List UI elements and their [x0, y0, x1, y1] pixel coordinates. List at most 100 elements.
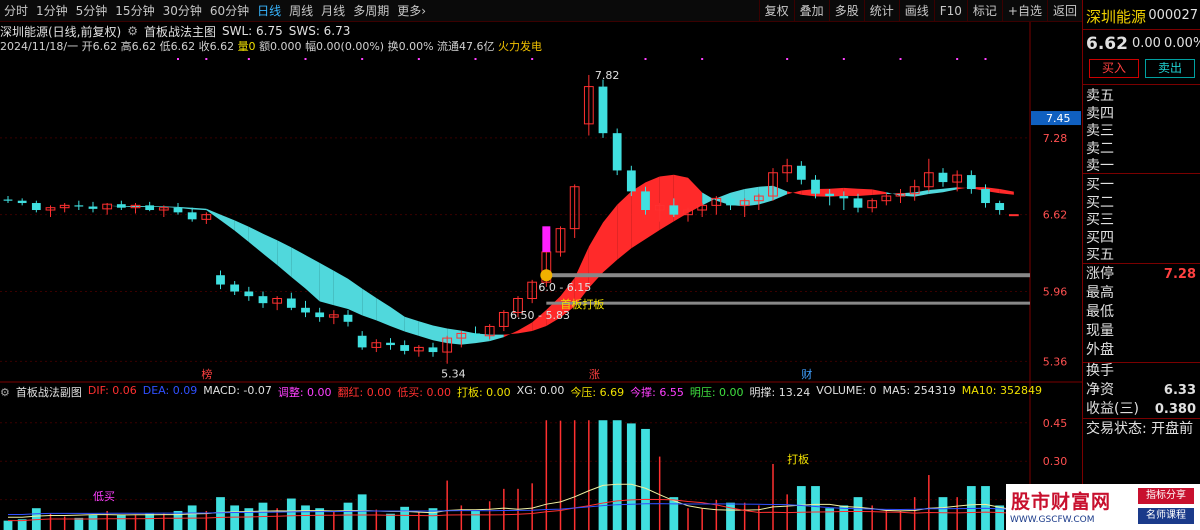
stat-value: 0.380 [1154, 402, 1196, 417]
stat-value: 7.28 [1163, 267, 1196, 282]
stat-label: 现量 [1086, 323, 1114, 339]
candle-body[interactable] [258, 296, 268, 304]
event-marker[interactable]: 榜 [201, 367, 212, 381]
sub-legend-item: 打板: 0.00 [456, 386, 511, 399]
swl-value: SWL: 6.75 [221, 24, 283, 38]
candle-body[interactable] [343, 314, 353, 322]
toolbar-action[interactable]: 返回 [1046, 0, 1082, 22]
period-tab[interactable]: 多周期 [349, 0, 393, 22]
period-tab[interactable]: 60分钟 [206, 0, 253, 22]
ma-ribbon-segment [702, 192, 717, 206]
period-tab[interactable]: 月线 [317, 0, 349, 22]
candle-body[interactable] [216, 275, 225, 285]
candle-body[interactable] [612, 133, 622, 171]
candle-body[interactable] [173, 207, 183, 213]
candle-body[interactable] [357, 335, 367, 348]
period-tab[interactable]: 5分钟 [72, 0, 112, 22]
stat-label: 净资 [1086, 382, 1114, 398]
ma-ribbon-segment [348, 278, 363, 316]
candle-body[interactable] [301, 307, 310, 313]
signal-dot [701, 58, 704, 60]
ma-ribbon-segment [872, 189, 887, 196]
gear-icon[interactable]: ⚙ [0, 386, 10, 399]
quote-panel: 深圳能源 000027 6.62 0.00 0.00% 买入 卖出 卖五卖四卖三… [1082, 0, 1200, 530]
toolbar-action[interactable]: 叠加 [793, 0, 829, 22]
volume-bar [938, 497, 948, 530]
kline-chart[interactable]: 7.286.625.965.367.457.825.346.0 - 6.156.… [0, 22, 1082, 530]
candle-body[interactable] [400, 345, 410, 351]
candle-body[interactable] [471, 333, 480, 336]
candle-body[interactable] [286, 298, 296, 308]
candle-body[interactable] [230, 284, 240, 292]
ma-ribbon-segment [617, 191, 632, 260]
ma-ribbon-segment [659, 174, 674, 230]
volume-bar [853, 497, 863, 530]
candle-body[interactable] [669, 205, 679, 215]
toolbar-action[interactable]: 统计 [863, 0, 899, 22]
candle-body[interactable] [966, 175, 976, 190]
period-tab[interactable]: 周线 [285, 0, 317, 22]
signal-dot [474, 58, 477, 60]
period-tab[interactable]: 日线 [253, 0, 285, 22]
chart-area[interactable]: 7.28 6.62 5.96 5.36 7.45 7.82 5.34 6.0 - 6.15 6.… [0, 22, 1082, 530]
candle-body[interactable] [853, 198, 863, 208]
toolbar-action[interactable]: 复权 [758, 0, 794, 22]
buy-button[interactable]: 买入 [1089, 59, 1139, 78]
signal-icon[interactable] [540, 269, 553, 282]
sector-text[interactable]: 火力发电 [498, 40, 542, 53]
period-tab[interactable]: 1分钟 [32, 0, 72, 22]
candle-body[interactable] [145, 205, 155, 211]
candle-body[interactable] [428, 347, 438, 353]
candle-body[interactable] [825, 193, 835, 197]
signal-dot [205, 58, 208, 60]
board-label: 打板 [787, 452, 809, 466]
last-price: 6.62 [1086, 34, 1128, 54]
indicator-name[interactable]: 首板战法主图 [144, 23, 216, 40]
toolbar-action[interactable]: 画线 [898, 0, 934, 22]
candle-body[interactable] [938, 172, 948, 183]
candle-body[interactable] [641, 191, 650, 211]
candle-body[interactable] [626, 170, 636, 192]
candle-body[interactable] [3, 199, 13, 201]
candle-body[interactable] [17, 200, 27, 204]
toolbar-action[interactable]: +自选 [1001, 0, 1047, 22]
candle-body[interactable] [315, 312, 325, 318]
candle-body[interactable] [981, 189, 990, 204]
candle-body[interactable] [244, 291, 254, 297]
period-tab[interactable]: 更多› [393, 0, 430, 22]
sell-button[interactable]: 卖出 [1145, 59, 1195, 78]
gear-icon[interactable]: ⚙ [127, 24, 138, 38]
period-tab[interactable]: 15分钟 [111, 0, 158, 22]
bid-level: 买五 [1086, 247, 1114, 263]
candle-body[interactable] [995, 203, 1005, 211]
toolbar-action[interactable]: 多股 [828, 0, 864, 22]
divider [1083, 263, 1200, 264]
candle-body[interactable] [88, 206, 98, 209]
volume-bar [116, 515, 126, 530]
candle-body[interactable] [74, 205, 84, 207]
candle-body[interactable] [598, 86, 608, 134]
event-marker[interactable]: 财 [801, 367, 812, 381]
candle-body[interactable] [116, 204, 126, 208]
event-marker[interactable]: 涨 [589, 368, 600, 381]
stat-value: 6.33 [1163, 383, 1196, 398]
ohlc-bar: 2024/11/18/一 开6.62 高6.62 低6.62 收6.62 量0 … [0, 38, 542, 54]
period-tab[interactable]: 30分钟 [159, 0, 206, 22]
sub-chart-title[interactable]: 首板战法副图 [16, 384, 82, 400]
divider [1083, 418, 1200, 419]
candle-body[interactable] [796, 165, 806, 180]
toolbar-action[interactable]: 标记 [966, 0, 1002, 22]
candle-body[interactable] [187, 212, 197, 220]
ma-ribbon-segment [773, 185, 788, 201]
toolbar-action[interactable]: F10 [933, 0, 967, 22]
candle-body[interactable] [839, 196, 849, 199]
ma-ribbon-segment [447, 328, 462, 345]
candle-body[interactable] [726, 198, 735, 206]
candle-body[interactable] [811, 179, 820, 194]
sub-legend-item: 今压: 6.69 [570, 386, 625, 399]
ma-ribbon-segment [234, 220, 249, 243]
period-tab[interactable]: 分时 [0, 0, 32, 22]
candle-body[interactable] [31, 203, 41, 211]
candle-body[interactable] [386, 342, 395, 346]
candle-body[interactable] [1008, 214, 1019, 217]
